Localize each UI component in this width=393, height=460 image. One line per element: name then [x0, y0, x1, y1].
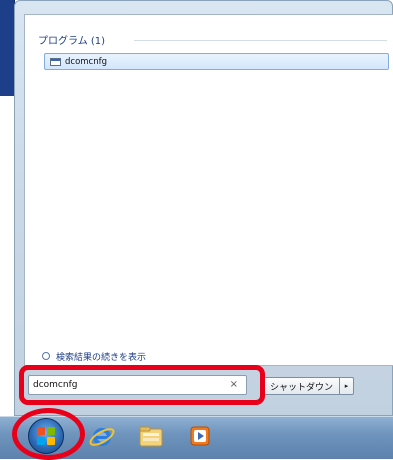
media-player-icon[interactable]: [186, 421, 214, 451]
section-header-label: プログラム (1): [38, 35, 106, 47]
program-window-icon: [50, 57, 61, 66]
search-icon: [42, 352, 50, 360]
program-result-label: dcomcnfg: [65, 56, 107, 67]
start-button-highlight: [12, 408, 85, 460]
windows-explorer-icon[interactable]: [137, 421, 165, 451]
chevron-right-icon: ▸: [344, 382, 349, 390]
desktop-background: [0, 0, 15, 96]
shutdown-controls: シャットダウン ▸: [263, 377, 355, 395]
program-result-dcomcnfg[interactable]: dcomcnfg: [44, 53, 389, 70]
section-divider: [134, 40, 387, 41]
shutdown-options-button[interactable]: ▸: [340, 377, 355, 395]
search-box-highlight: [19, 365, 265, 405]
shutdown-button[interactable]: シャットダウン: [263, 377, 341, 395]
programs-section-header: プログラム (1): [38, 31, 105, 47]
see-more-results-link[interactable]: 検索結果の続きを表示: [42, 348, 146, 364]
shutdown-label: シャットダウン: [270, 382, 334, 393]
see-more-results-label: 検索結果の続きを表示: [56, 352, 147, 363]
internet-explorer-icon[interactable]: [88, 421, 116, 451]
